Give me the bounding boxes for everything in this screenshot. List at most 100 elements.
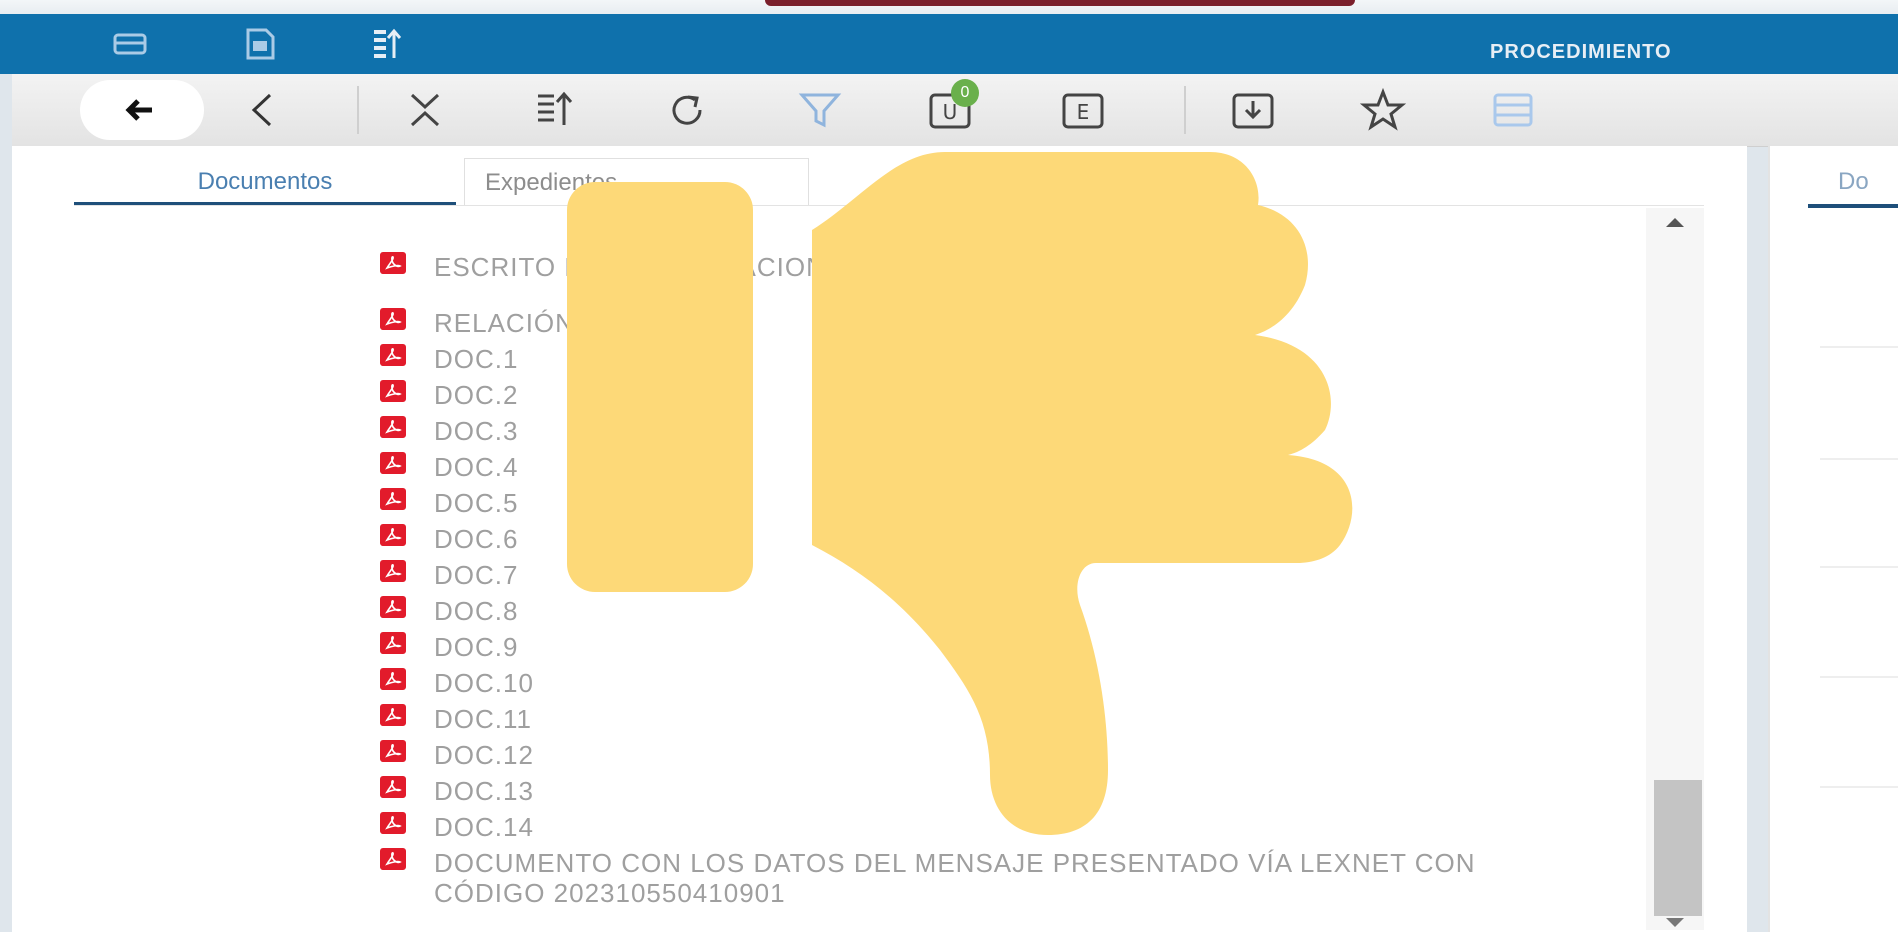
document-item[interactable]: DOC.11: [380, 704, 1034, 734]
document-icon[interactable]: [242, 26, 278, 62]
pdf-icon: [380, 252, 406, 274]
tab-expedientes[interactable]: Expedientes: [464, 158, 809, 206]
scrollbar[interactable]: [1646, 208, 1704, 930]
document-item[interactable]: DOC.5: [380, 488, 1034, 518]
svg-text:E: E: [1077, 100, 1090, 124]
document-item[interactable]: DOC.7: [380, 560, 1034, 590]
document-item[interactable]: DOC.6: [380, 524, 1034, 554]
panel-icon[interactable]: [112, 26, 148, 62]
pdf-icon: [380, 524, 406, 546]
star-icon: [1359, 87, 1407, 131]
pdf-icon: [380, 344, 406, 366]
document-label: DOC.11: [434, 704, 532, 734]
document-label: DOC.12: [434, 740, 534, 770]
document-item[interactable]: DOC.13: [380, 776, 1034, 806]
filter-button[interactable]: [797, 87, 843, 133]
documents-panel: Documentos Expedientes ESCRITO DE PRESEN…: [12, 146, 1747, 932]
document-label: DOC.4: [434, 452, 519, 482]
pdf-icon: [380, 416, 406, 438]
pdf-icon: [380, 740, 406, 762]
document-label: DOC.7: [434, 560, 519, 590]
document-item[interactable]: DOC.3: [380, 416, 1034, 446]
collapse-icon: [410, 93, 440, 127]
document-list: ESCRITO DE PRESENTACION DE DOCUMENTAL FO…: [12, 208, 1652, 928]
document-label: DOC.13: [434, 776, 534, 806]
pdf-icon: [380, 452, 406, 474]
row-divider: [1820, 566, 1898, 568]
document-label: DOC.2: [434, 380, 519, 410]
scroll-down-icon[interactable]: [1666, 918, 1684, 927]
filter-icon: [798, 93, 842, 128]
document-item[interactable]: DOC.2: [380, 380, 1034, 410]
pane-divider[interactable]: [1768, 146, 1770, 932]
document-item[interactable]: DOC.10: [380, 668, 1034, 698]
document-label: DOC.8: [434, 596, 519, 626]
document-item[interactable]: DOC.4: [380, 452, 1034, 482]
top-band: [0, 0, 1898, 14]
pdf-icon: [380, 380, 406, 402]
toolbar-separator: [1184, 86, 1186, 134]
list-view-button[interactable]: [1490, 87, 1536, 133]
tab-divider: [74, 205, 1704, 206]
e-button[interactable]: E: [1060, 87, 1106, 133]
pdf-icon: [380, 308, 406, 330]
row-divider: [1820, 786, 1898, 788]
download-button[interactable]: [1230, 87, 1276, 133]
toolbar-separator: [357, 86, 359, 134]
toolbar: U 0 E: [12, 74, 1898, 147]
document-label: DOC.10: [434, 668, 534, 698]
collapse-button[interactable]: [402, 87, 448, 133]
pdf-icon: [380, 488, 406, 510]
document-label: DOC.14: [434, 812, 534, 842]
pdf-icon: [380, 776, 406, 798]
document-item[interactable]: DOC.9: [380, 632, 1034, 662]
document-item[interactable]: ESCRITO DE PRESENTACION DE DOCUMENTAL FO…: [380, 252, 1594, 282]
download-icon: [1232, 93, 1274, 129]
document-item[interactable]: RELACIÓN DE PRUEBA: [380, 308, 1594, 338]
notification-badge: 0: [951, 79, 979, 107]
document-item[interactable]: DOC.14: [380, 812, 1034, 842]
scroll-up-icon[interactable]: [1666, 218, 1684, 227]
document-item[interactable]: DOCUMENTO CON LOS DATOS DEL MENSAJE PRES…: [380, 848, 1584, 908]
sort-icon: [538, 91, 573, 125]
document-label: DOC.6: [434, 524, 519, 554]
refresh-icon: [672, 95, 702, 125]
document-label: DOC.9: [434, 632, 519, 662]
document-label: DOC.3: [434, 416, 519, 446]
document-label: DOC.1: [434, 344, 519, 374]
right-pane: Do: [1768, 146, 1898, 932]
app-header: PROCEDIMIENTO: [0, 14, 1898, 74]
pdf-icon: [380, 632, 406, 654]
document-label: ESCRITO DE PRESENTACION DE DOCUMENTAL FO…: [434, 252, 1282, 282]
app-title: PROCEDIMIENTO: [1490, 41, 1672, 63]
list-icon: [1493, 93, 1533, 127]
back-arrow-button[interactable]: [80, 80, 204, 140]
previous-button[interactable]: [240, 87, 286, 133]
pdf-icon: [380, 812, 406, 834]
pdf-icon: [380, 596, 406, 618]
chevron-left-icon: [251, 93, 272, 127]
row-divider: [1820, 676, 1898, 678]
sort-button[interactable]: [532, 87, 578, 133]
document-label: DOCUMENTO CON LOS DATOS DEL MENSAJE PRES…: [434, 848, 1476, 908]
favorite-button[interactable]: [1359, 87, 1407, 133]
document-item[interactable]: DOC.1: [380, 344, 1034, 374]
row-divider: [1820, 346, 1898, 348]
u-button[interactable]: U 0: [927, 79, 979, 133]
header-accent: [765, 0, 1355, 6]
document-label: DOC.5: [434, 488, 519, 518]
row-divider: [1820, 458, 1898, 460]
document-label: RELACIÓN DE PRUEBA: [434, 308, 743, 338]
left-edge: [0, 74, 12, 932]
pdf-icon: [380, 704, 406, 726]
document-item[interactable]: DOC.12: [380, 740, 1034, 770]
pdf-icon: [380, 560, 406, 582]
refresh-button[interactable]: [664, 87, 710, 133]
tab-documentos[interactable]: Documentos: [74, 158, 456, 206]
sort-icon[interactable]: [370, 26, 406, 62]
e-box-icon: E: [1062, 93, 1104, 129]
right-tab[interactable]: Do: [1808, 160, 1898, 208]
document-item[interactable]: DOC.8: [380, 596, 1034, 626]
scroll-thumb[interactable]: [1654, 780, 1702, 916]
pdf-icon: [380, 668, 406, 690]
